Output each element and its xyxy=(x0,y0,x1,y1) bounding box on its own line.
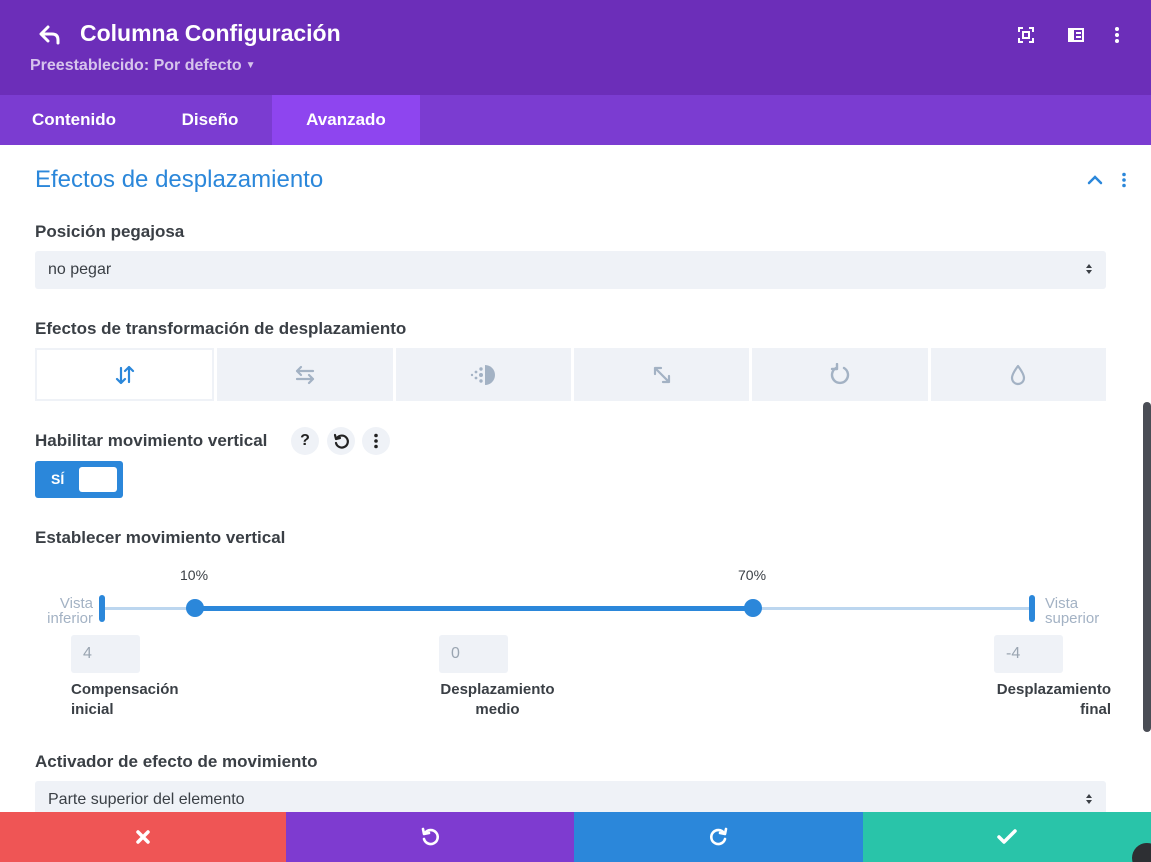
back-button[interactable] xyxy=(36,22,64,48)
effect-scale[interactable] xyxy=(573,348,750,401)
sticky-position-select[interactable]: no pegar xyxy=(35,251,1106,289)
slider-range xyxy=(195,606,753,611)
cancel-button[interactable] xyxy=(0,812,286,862)
set-vertical-motion-label: Establecer movimiento vertical xyxy=(35,528,286,547)
toggle-knob xyxy=(79,467,117,492)
final-offset-input[interactable] xyxy=(994,635,1063,673)
reset-icon xyxy=(333,433,349,449)
more-icon xyxy=(1122,172,1126,188)
caret-down-icon: ▼ xyxy=(245,60,256,71)
chevron-up-icon xyxy=(1087,175,1103,185)
scrollbar[interactable] xyxy=(1143,402,1151,732)
redo-button[interactable] xyxy=(574,812,863,862)
tab-diseno[interactable]: Diseño xyxy=(148,95,272,145)
mid-offset-input[interactable] xyxy=(439,635,508,673)
preset-label: Preestablecido: Por defecto xyxy=(30,57,242,74)
undo-icon xyxy=(421,827,439,846)
end-percent-label: 70% xyxy=(738,567,767,583)
slider-handle-start[interactable] xyxy=(186,599,204,617)
trigger-value: Parte superior del elemento xyxy=(48,791,245,808)
redo-icon xyxy=(709,827,727,846)
sticky-position-label: Posición pegajosa xyxy=(35,222,185,241)
collapse-section-button[interactable] xyxy=(1085,170,1105,190)
effect-rotate[interactable] xyxy=(752,348,928,401)
vertical-motion-icon xyxy=(115,365,134,384)
close-icon xyxy=(136,830,150,844)
rotate-icon xyxy=(830,362,850,384)
back-icon xyxy=(39,25,60,45)
page-title: Columna Configuración xyxy=(80,20,341,46)
undo-button[interactable] xyxy=(286,812,574,862)
help-icon: ? xyxy=(300,432,310,449)
more-icon xyxy=(1115,27,1119,43)
sticky-position-value: no pegar xyxy=(48,261,112,278)
preset-dropdown[interactable]: Preestablecido: Por defecto ▼ xyxy=(30,57,256,75)
horizontal-motion-icon xyxy=(295,365,315,384)
transform-effects-tabs xyxy=(35,348,1106,401)
start-percent-label: 10% xyxy=(180,567,209,583)
blur-icon xyxy=(1011,364,1026,385)
final-offset-label: Desplazamiento final xyxy=(996,681,1111,718)
slider-handle-end[interactable] xyxy=(744,599,762,617)
section-title[interactable]: Efectos de desplazamiento xyxy=(35,166,323,194)
bottom-view-label: Vista inferior xyxy=(47,595,93,627)
trigger-label: Activador de efecto de movimiento xyxy=(35,752,318,771)
select-arrows-icon xyxy=(1086,264,1092,274)
effect-horizontal-motion[interactable] xyxy=(217,348,393,401)
check-icon xyxy=(997,829,1017,844)
initial-offset-input[interactable] xyxy=(71,635,140,673)
focus-mode-button[interactable] xyxy=(1015,24,1037,46)
focus-icon xyxy=(1018,27,1034,43)
section-more-button[interactable] xyxy=(1114,170,1134,190)
split-icon xyxy=(1068,28,1084,42)
save-button[interactable] xyxy=(863,812,1151,862)
split-view-button[interactable] xyxy=(1065,24,1087,46)
effect-fade[interactable] xyxy=(395,348,571,401)
scale-icon xyxy=(653,366,670,383)
slider-start-bar xyxy=(99,595,105,622)
reset-button[interactable] xyxy=(327,427,355,455)
tab-avanzado[interactable]: Avanzado xyxy=(272,95,420,145)
footer-actions xyxy=(0,812,1151,862)
slider-end-bar xyxy=(1029,595,1035,622)
fade-icon xyxy=(471,364,496,385)
toggle-label: SÍ xyxy=(51,471,65,487)
mid-offset-label: Desplazamiento medio xyxy=(440,681,555,718)
effect-blur[interactable] xyxy=(930,348,1106,401)
vertical-motion-label: Habilitar movimiento vertical xyxy=(35,431,268,450)
options-button[interactable] xyxy=(362,427,390,455)
select-arrows-icon xyxy=(1086,794,1092,804)
settings-header: Columna Configuración Preestablecido: Po… xyxy=(0,0,1151,95)
header-more-button[interactable] xyxy=(1106,24,1128,46)
more-icon xyxy=(374,433,378,449)
tab-bar: Contenido Diseño Avanzado xyxy=(0,95,1151,145)
transform-effects-label: Efectos de transformación de desplazamie… xyxy=(35,319,407,338)
tab-contenido[interactable]: Contenido xyxy=(0,95,148,145)
help-button[interactable]: ? xyxy=(291,427,319,455)
vertical-motion-toggle[interactable]: SÍ xyxy=(35,461,123,498)
initial-offset-label: Compensación inicial xyxy=(71,681,179,718)
effect-vertical-motion[interactable] xyxy=(35,348,215,401)
top-view-label: Vista superior xyxy=(1045,595,1100,627)
